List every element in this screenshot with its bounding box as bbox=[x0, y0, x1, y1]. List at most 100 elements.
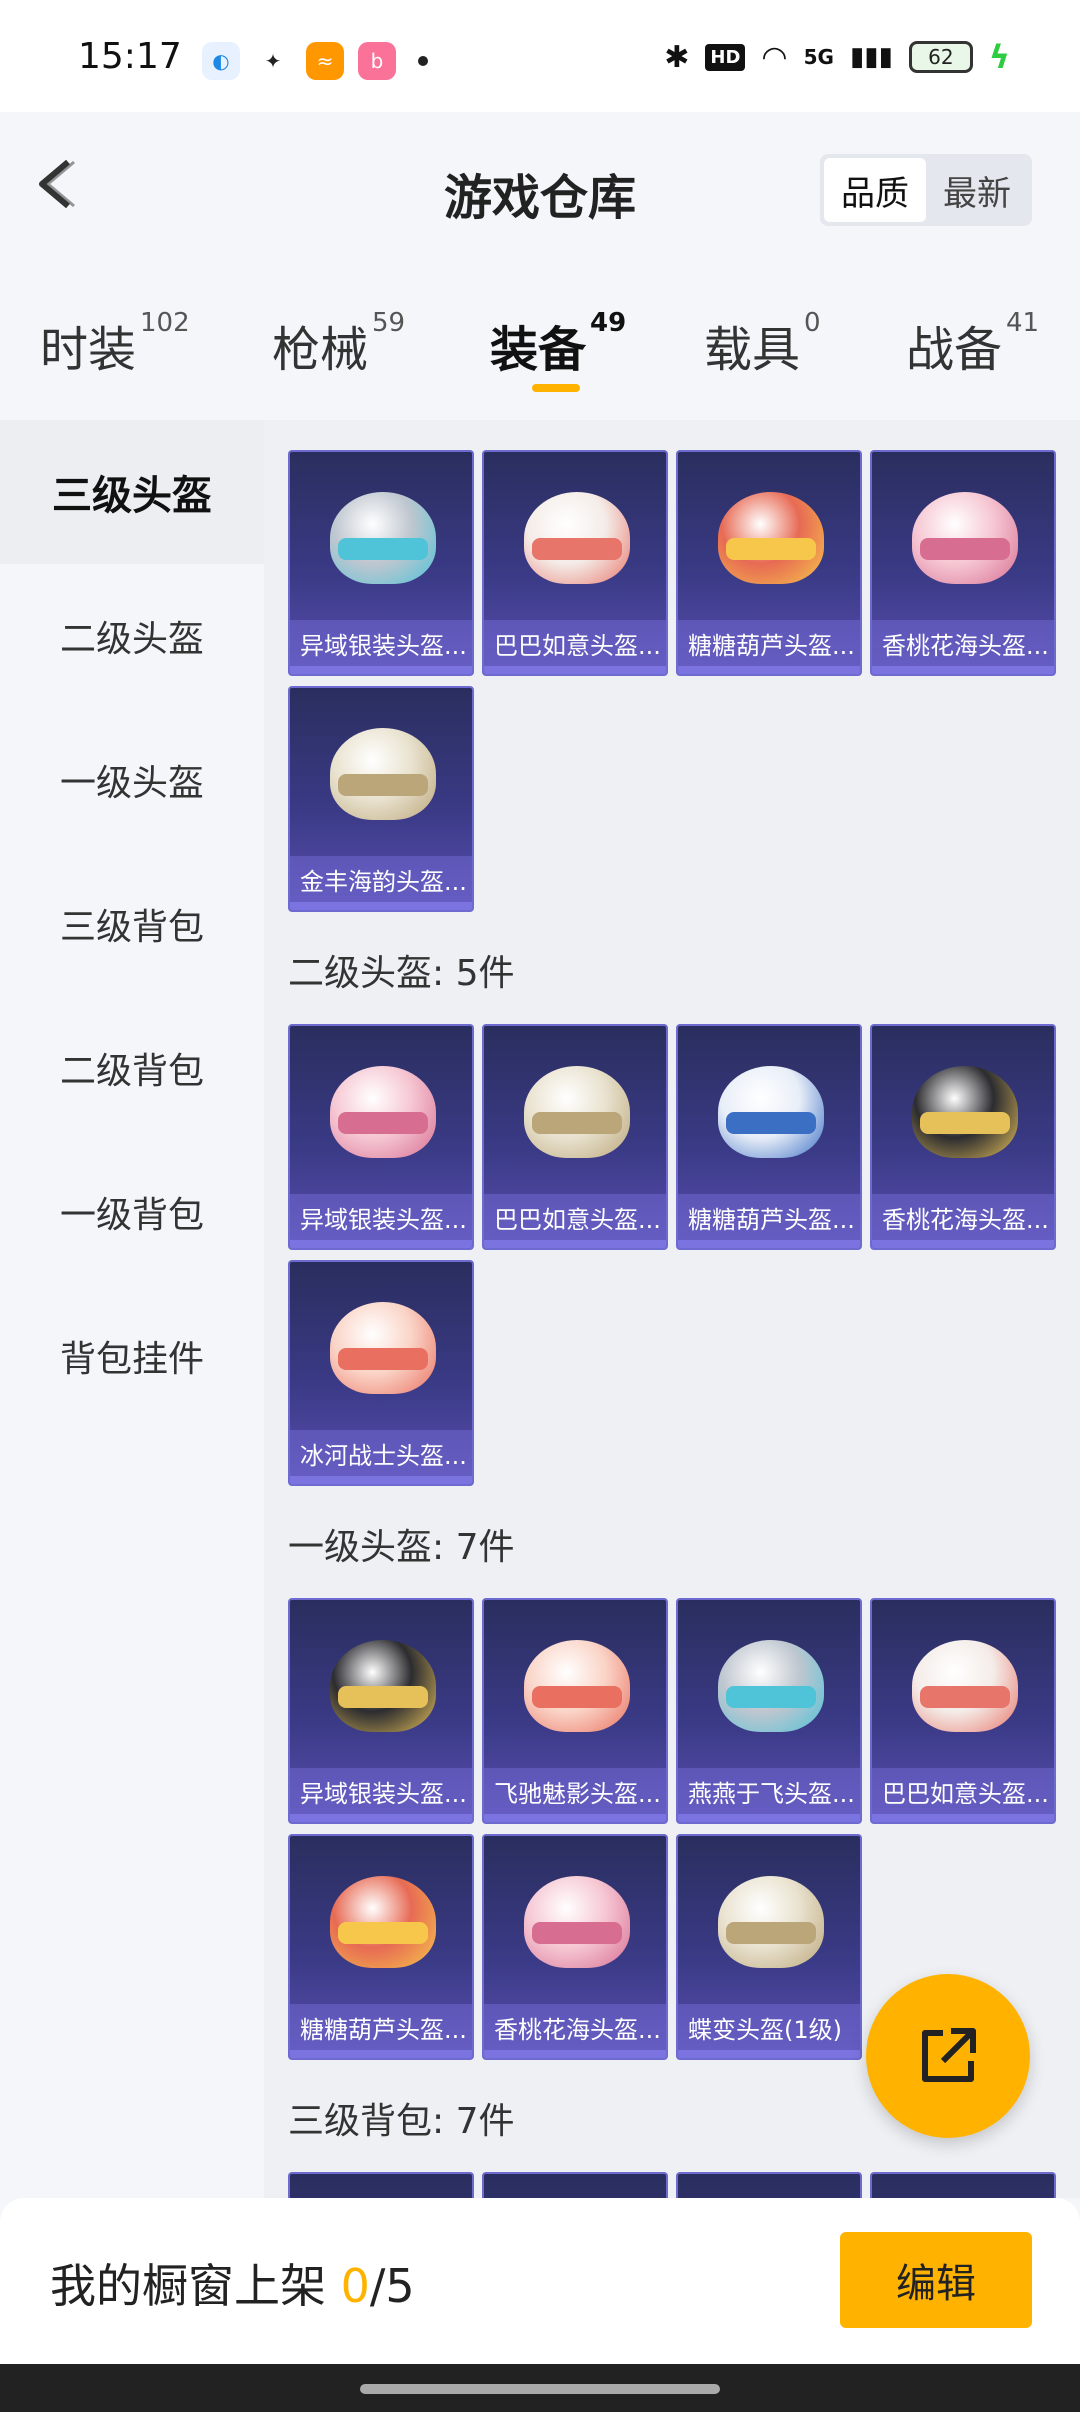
tab-vehicles[interactable]: 载具 0 bbox=[704, 308, 821, 380]
rarity-bar bbox=[290, 666, 472, 674]
item-card[interactable]: 糖糖葫芦头盔... bbox=[676, 1024, 862, 1250]
edit-button[interactable]: 编辑 bbox=[840, 2232, 1032, 2328]
tab-label: 装备 bbox=[490, 322, 587, 378]
item-card[interactable] bbox=[482, 2172, 668, 2198]
item-card[interactable]: 糖糖葫芦头盔... bbox=[288, 1834, 474, 2060]
battery-level: 62 bbox=[928, 45, 954, 69]
sidebar-item-level2-backpack[interactable]: 二级背包 bbox=[0, 996, 264, 1140]
rarity-bar bbox=[484, 666, 666, 674]
rarity-bar bbox=[872, 666, 1054, 674]
item-card[interactable]: 香桃花海头盔... bbox=[870, 450, 1056, 676]
item-card[interactable]: 糖糖葫芦头盔... bbox=[676, 450, 862, 676]
item-card[interactable]: 香桃花海头盔... bbox=[870, 1024, 1056, 1250]
tab-count: 49 bbox=[590, 308, 627, 338]
notification-icons: ◐ ✦ ≈ b bbox=[202, 42, 428, 80]
signal-icon: ▮▮▮ bbox=[849, 42, 893, 72]
tab-fashion[interactable]: 时装 102 bbox=[40, 308, 190, 380]
bluetooth-icon: ✱ bbox=[664, 39, 690, 75]
bilibili-icon: b bbox=[358, 42, 396, 80]
item-card[interactable]: 巴巴如意头盔... bbox=[870, 1598, 1056, 1824]
tab-label: 时装 bbox=[40, 322, 137, 378]
tab-count: 0 bbox=[804, 308, 821, 338]
section-title: 一级头盔: 7件 bbox=[288, 1527, 515, 1568]
item-name: 香桃花海头盔... bbox=[484, 2004, 666, 2050]
sidebar-item-backpack-charm[interactable]: 背包挂件 bbox=[0, 1284, 264, 1428]
charging-icon: ϟ bbox=[988, 38, 1010, 76]
item-card[interactable] bbox=[676, 2172, 862, 2198]
helmet-visor bbox=[920, 1686, 1010, 1708]
item-name: 糖糖葫芦头盔... bbox=[678, 620, 860, 666]
tab-supplies[interactable]: 战备 41 bbox=[906, 308, 1040, 380]
tab-count: 59 bbox=[372, 308, 406, 338]
signal-5g-icon: 5G bbox=[803, 45, 834, 69]
item-name: 飞驰魅影头盔... bbox=[484, 1768, 666, 1814]
sort-newest-button[interactable]: 最新 bbox=[926, 158, 1028, 222]
helmet-visor bbox=[338, 1112, 428, 1134]
item-card[interactable]: 巴巴如意头盔... bbox=[482, 1024, 668, 1250]
helmet-visor bbox=[338, 1348, 428, 1370]
helmet-visor bbox=[338, 1922, 428, 1944]
tab-guns[interactable]: 枪械 59 bbox=[272, 308, 406, 380]
qq-icon: ◐ bbox=[202, 42, 240, 80]
sidebar-item-level1-backpack[interactable]: 一级背包 bbox=[0, 1140, 264, 1284]
sidebar-item-level3-helmet[interactable]: 三级头盔 bbox=[0, 420, 264, 564]
showcase-count: 0 bbox=[340, 2259, 370, 2313]
item-name: 异域银装头盔... bbox=[290, 620, 472, 666]
rarity-bar bbox=[290, 902, 472, 910]
item-name: 金丰海韵头盔... bbox=[290, 856, 472, 902]
helmet-visor bbox=[338, 538, 428, 560]
showcase-total: /5 bbox=[369, 2259, 415, 2313]
more-notifications-dot bbox=[418, 56, 428, 66]
item-card[interactable]: 金丰海韵头盔... bbox=[288, 686, 474, 912]
item-name: 巴巴如意头盔... bbox=[484, 1194, 666, 1240]
tab-equipment[interactable]: 装备 49 bbox=[490, 308, 627, 380]
app-icon: ≈ bbox=[306, 42, 344, 80]
item-card[interactable]: 异域银装头盔... bbox=[288, 1598, 474, 1824]
item-card[interactable]: 飞驰魅影头盔... bbox=[482, 1598, 668, 1824]
helmet-visor bbox=[338, 1686, 428, 1708]
item-card[interactable] bbox=[288, 2172, 474, 2198]
item-name: 巴巴如意头盔... bbox=[484, 620, 666, 666]
rarity-bar bbox=[290, 1476, 472, 1484]
item-card[interactable]: 巴巴如意头盔... bbox=[482, 450, 668, 676]
item-card[interactable]: 蝶变头盔(1级) bbox=[676, 1834, 862, 2060]
rarity-bar bbox=[484, 2050, 666, 2058]
page-header: 游戏仓库 品质 最新 时装 102 枪械 59 装备 49 载具 0 战备 41 bbox=[0, 112, 1080, 392]
helmet-visor bbox=[532, 538, 622, 560]
item-list: 异域银装头盔... 巴巴如意头盔... 糖糖葫芦头盔... 香桃花海头盔... 金丰海韵… bbox=[264, 420, 1080, 2198]
home-handle[interactable] bbox=[360, 2384, 720, 2394]
item-card[interactable]: 燕燕于飞头盔... bbox=[676, 1598, 862, 1824]
showcase-bar: 我的橱窗上架 0/5 编辑 bbox=[0, 2198, 1080, 2364]
system-nav-bar bbox=[0, 2364, 1080, 2412]
share-button[interactable] bbox=[866, 1974, 1030, 2138]
showcase-label: 我的橱窗上架 bbox=[50, 2259, 326, 2313]
item-card[interactable] bbox=[870, 2172, 1056, 2198]
helmet-visor bbox=[920, 1112, 1010, 1134]
helmet-visor bbox=[338, 774, 428, 796]
tab-count: 41 bbox=[1006, 308, 1040, 338]
category-sidebar: 三级头盔 二级头盔 一级头盔 三级背包 二级背包 一级背包 背包挂件 bbox=[0, 420, 264, 2198]
battery-icon: 62 bbox=[908, 41, 973, 73]
sort-quality-button[interactable]: 品质 bbox=[824, 158, 926, 222]
showcase-status: 我的橱窗上架 0/5 bbox=[50, 2250, 415, 2316]
status-time: 15:17 bbox=[78, 36, 182, 77]
helmet-visor bbox=[726, 1922, 816, 1944]
wifi-icon: ◠ bbox=[761, 39, 788, 75]
active-tab-indicator bbox=[532, 384, 580, 392]
rarity-bar bbox=[872, 1240, 1054, 1248]
helmet-visor bbox=[532, 1686, 622, 1708]
item-card[interactable]: 异域银装头盔... bbox=[288, 1024, 474, 1250]
hd-icon: HD bbox=[705, 43, 746, 71]
item-name: 巴巴如意头盔... bbox=[872, 1768, 1054, 1814]
item-name: 香桃花海头盔... bbox=[872, 1194, 1054, 1240]
item-name: 燕燕于飞头盔... bbox=[678, 1768, 860, 1814]
rarity-bar bbox=[290, 1814, 472, 1822]
item-card[interactable]: 冰河战士头盔... bbox=[288, 1260, 474, 1486]
item-card[interactable]: 香桃花海头盔... bbox=[482, 1834, 668, 2060]
sidebar-item-level1-helmet[interactable]: 一级头盔 bbox=[0, 708, 264, 852]
item-card[interactable]: 异域银装头盔... bbox=[288, 450, 474, 676]
sidebar-item-level2-helmet[interactable]: 二级头盔 bbox=[0, 564, 264, 708]
sidebar-item-level3-backpack[interactable]: 三级背包 bbox=[0, 852, 264, 996]
item-name: 糖糖葫芦头盔... bbox=[290, 2004, 472, 2050]
helmet-visor bbox=[920, 538, 1010, 560]
